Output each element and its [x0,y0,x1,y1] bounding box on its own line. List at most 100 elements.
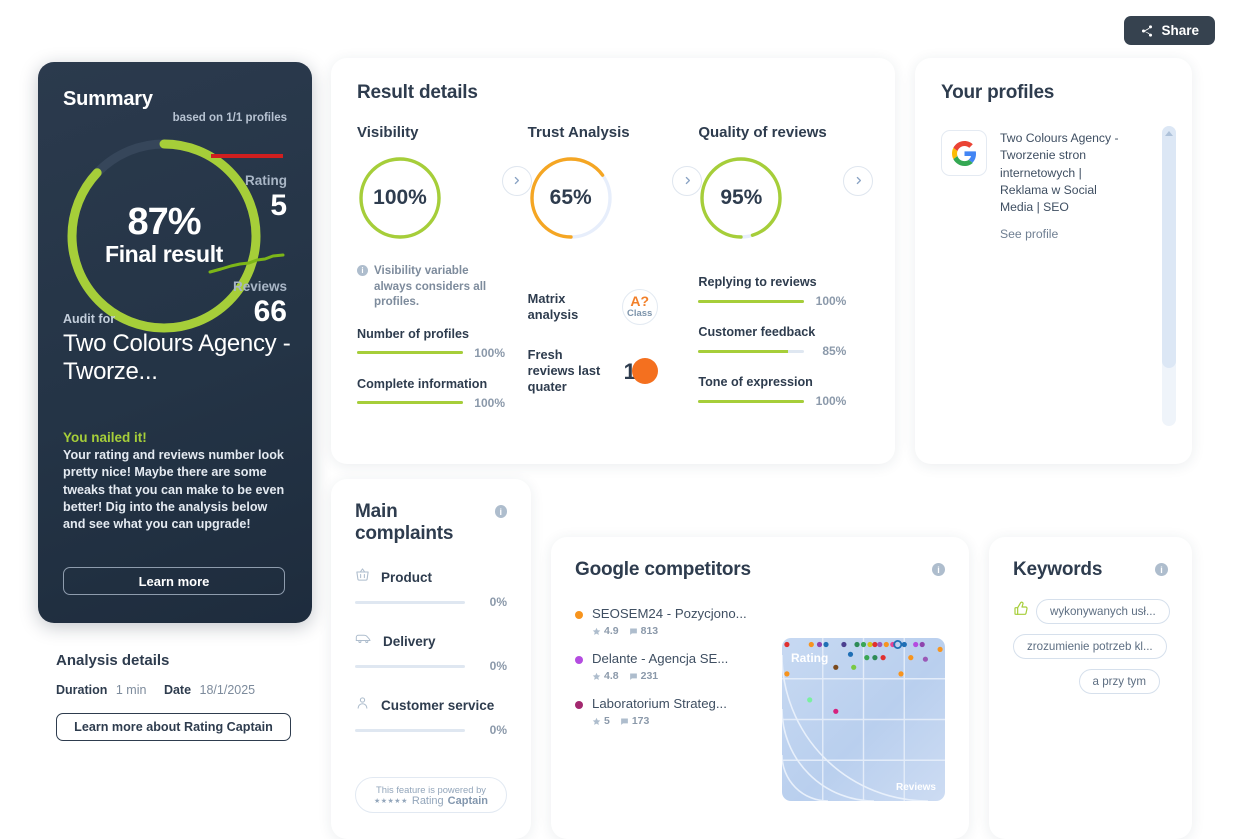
competitor-list: SEOSEM24 - Pozycjono... 4.9 813 Delante … [575,605,750,740]
person-icon [355,695,370,715]
share-button-label: Share [1161,23,1199,38]
powered-by-text: This feature is powered by [376,783,486,795]
matrix-analysis-label: Matrix analysis [527,291,579,322]
complaint-label: Customer service [381,697,495,713]
complaint-label: Delivery [383,633,436,649]
info-icon[interactable]: i [932,563,945,576]
star-icon [592,717,601,725]
quality-of-reviews-percent: 95% [720,186,763,209]
complaint-product: Product 0% [355,567,507,609]
scatter-point [877,641,883,648]
scatter-point [808,641,814,648]
competitor-item[interactable]: SEOSEM24 - Pozycjono... 4.9 813 [575,605,750,637]
metric-percent: 100% [474,395,505,410]
learn-more-button[interactable]: Learn more [63,567,285,595]
share-icon [1140,24,1154,38]
scatter-point [872,655,878,661]
main-complaints-title: Main complaints [355,501,454,544]
competitor-rating: 4.8 [592,670,619,682]
scatter-point [833,664,839,670]
metric-percent: 85% [822,344,847,358]
keywords-title: Keywords [1013,559,1103,580]
complaint-label: Product [381,569,433,585]
keyword-row: a przy tym [1013,669,1168,694]
competitor-reviews: 231 [629,670,658,682]
brand-name-bold: Captain [447,794,489,807]
info-icon[interactable]: i [1155,563,1168,576]
metric-progress-bar [698,399,805,403]
analysis-details: Analysis details Duration 1 min Date 18/… [56,652,316,741]
your-profiles-card: Your profiles Two Colours Agency - Tworz… [915,58,1192,464]
competitor-item[interactable]: Laboratorium Strateg... 5 173 [575,695,750,727]
summary-card: Summary based on 1/1 profiles 87% Final … [38,62,312,623]
learn-more-rating-captain-button[interactable]: Learn more about Rating Captain [56,713,291,741]
profiles-scrollbar[interactable] [1162,126,1176,426]
scatter-point [898,671,904,677]
keyword-row: zrozumienie potrzeb kl... [1013,634,1168,659]
scatter-point [937,646,943,652]
scatter-point [880,655,886,661]
matrix-class-value: A? [630,293,649,310]
keyword-chip[interactable]: wykonywanych usł... [1036,599,1170,624]
scatter-point [841,641,847,648]
complaint-delivery: Delivery 0% [355,631,507,673]
google-competitors-title: Google competitors [575,559,751,580]
fresh-reviews-value-wrap: 1 [622,356,662,386]
comment-icon [629,628,637,635]
competitors-scatter-chart[interactable]: Rating Reviews [782,638,945,801]
date-label: Date [163,683,192,697]
metric-label: Customer feedback [698,325,816,339]
scatter-point [860,641,867,648]
competitor-rating: 4.9 [592,625,619,637]
star-icon [592,627,601,635]
result-details-card: Result details Visibility 100% i Visibil… [331,58,895,464]
quality-of-reviews-details-button[interactable] [843,166,874,196]
reviews-label: Reviews [232,278,287,294]
scatter-point [833,708,839,714]
keyword-chip[interactable]: a przy tym [1078,669,1160,694]
summary-title: Summary [63,88,153,110]
your-profiles-title: Your profiles [941,82,1055,103]
brand-name-light: Rating [411,794,444,807]
keyword-chip[interactable]: zrozumienie potrzeb kl... [1013,634,1167,659]
scatter-point [872,641,878,648]
chevron-right-icon [683,172,692,190]
competitor-color-dot [575,656,583,665]
share-button[interactable]: Share [1124,16,1215,45]
reviews-value: 66 [253,294,287,328]
final-result-percent: 87% [127,201,201,244]
complaint-percent: 0% [489,659,507,673]
scatter-point [883,641,889,648]
complaint-progress-bar [355,600,465,604]
keyword-row: wykonywanych usł... [1013,599,1170,624]
metric-percent: 100% [474,345,505,360]
fresh-reviews-row: Fresh reviews last quater 1 [528,347,699,395]
complaint-progress-bar [355,664,465,668]
complaint-percent: 0% [489,723,507,737]
competitor-color-dot [575,611,583,619]
scatter-point [854,641,860,648]
info-icon: i [357,265,368,276]
audit-business-name: Two Colours Agency - Tworze... [63,330,291,385]
metric-label: Complete information [357,376,488,391]
trust-analysis-percent: 65% [549,186,592,209]
visibility-title: Visibility [357,124,419,141]
summary-stats: Rating 5 Reviews 66 [207,142,287,328]
see-profile-link[interactable]: See profile [1000,227,1133,241]
complaint-progress-bar [355,728,465,732]
complaint-customer-service: Customer service 0% [355,695,507,737]
competitor-item[interactable]: Delante - Agencja SE... 4.8 231 [575,650,750,682]
quality-of-reviews-title: Quality of reviews [698,124,827,141]
competitor-reviews: 173 [620,715,649,727]
visibility-note: i Visibility variable always considers a… [357,263,509,310]
visibility-percent: 100% [373,186,427,209]
info-icon[interactable]: i [494,505,507,518]
matrix-class-badge: A? Class [621,289,658,325]
profiles-scrollbar-thumb[interactable] [1162,126,1176,368]
scatter-point [784,641,790,648]
scatter-point [784,671,790,677]
metric-percent: 100% [815,394,847,408]
top-bar: Share [0,0,1243,60]
profile-name: Two Colours Agency - Tworzenie stron int… [1000,131,1119,215]
analysis-details-meta: Duration 1 min Date 18/1/2025 [56,683,316,697]
